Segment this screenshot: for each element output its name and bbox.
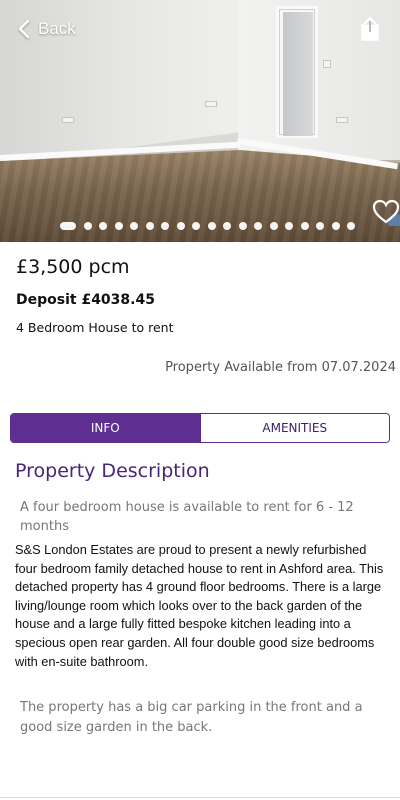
gallery-dot[interactable]	[83, 222, 92, 230]
gallery-dot[interactable]	[161, 222, 169, 230]
listing-type: 4 Bedroom House to rent	[16, 320, 174, 335]
photo-socket	[205, 101, 217, 107]
gallery-dot[interactable]	[192, 222, 200, 230]
gallery-dot[interactable]	[285, 222, 293, 230]
gallery-dot[interactable]	[347, 222, 355, 230]
gallery-dot[interactable]	[223, 222, 231, 230]
share-icon	[361, 16, 379, 41]
gallery-dot[interactable]	[145, 222, 154, 230]
gallery-dot[interactable]	[254, 222, 262, 230]
favorite-button[interactable]	[372, 198, 400, 230]
listing-price: £3,500 pcm	[16, 256, 130, 278]
share-button[interactable]	[358, 16, 382, 42]
detail-tabs: INFO AMENITIES	[10, 413, 390, 443]
gallery-dot[interactable]	[130, 222, 138, 230]
photo-switch	[323, 60, 331, 68]
availability-date: Property Available from 07.07.2024	[165, 360, 396, 375]
gallery-dot[interactable]	[331, 222, 340, 230]
gallery-dot[interactable]	[99, 222, 107, 230]
gallery-dot[interactable]	[269, 222, 278, 230]
section-title: Property Description	[15, 460, 210, 482]
heart-icon	[372, 199, 400, 230]
description-extra: The property has a big car parking in th…	[20, 700, 363, 735]
gallery-dot[interactable]	[176, 222, 185, 230]
gallery-dot[interactable]	[207, 222, 216, 230]
back-button[interactable]: Back	[18, 16, 76, 42]
chevron-left-icon	[18, 19, 30, 39]
tab-info[interactable]: INFO	[11, 414, 200, 442]
listing-deposit: Deposit £4038.45	[16, 292, 155, 308]
gallery-dot[interactable]	[300, 222, 309, 230]
description-lead: A four bedroom house is available to ren…	[20, 500, 354, 534]
photo-door-panel	[283, 12, 313, 136]
gallery-dot[interactable]	[316, 222, 324, 230]
gallery-dot[interactable]	[114, 222, 123, 230]
gallery-dot[interactable]	[60, 222, 76, 230]
photo-socket	[336, 117, 348, 123]
gallery-pagination[interactable]	[60, 222, 363, 230]
bottom-divider	[0, 797, 400, 798]
gallery-dot[interactable]	[238, 222, 247, 230]
photo-socket	[62, 117, 74, 123]
tab-amenities[interactable]: AMENITIES	[199, 414, 389, 442]
back-label: Back	[38, 19, 76, 38]
description-body: S&S London Estates are proud to present …	[15, 542, 384, 669]
